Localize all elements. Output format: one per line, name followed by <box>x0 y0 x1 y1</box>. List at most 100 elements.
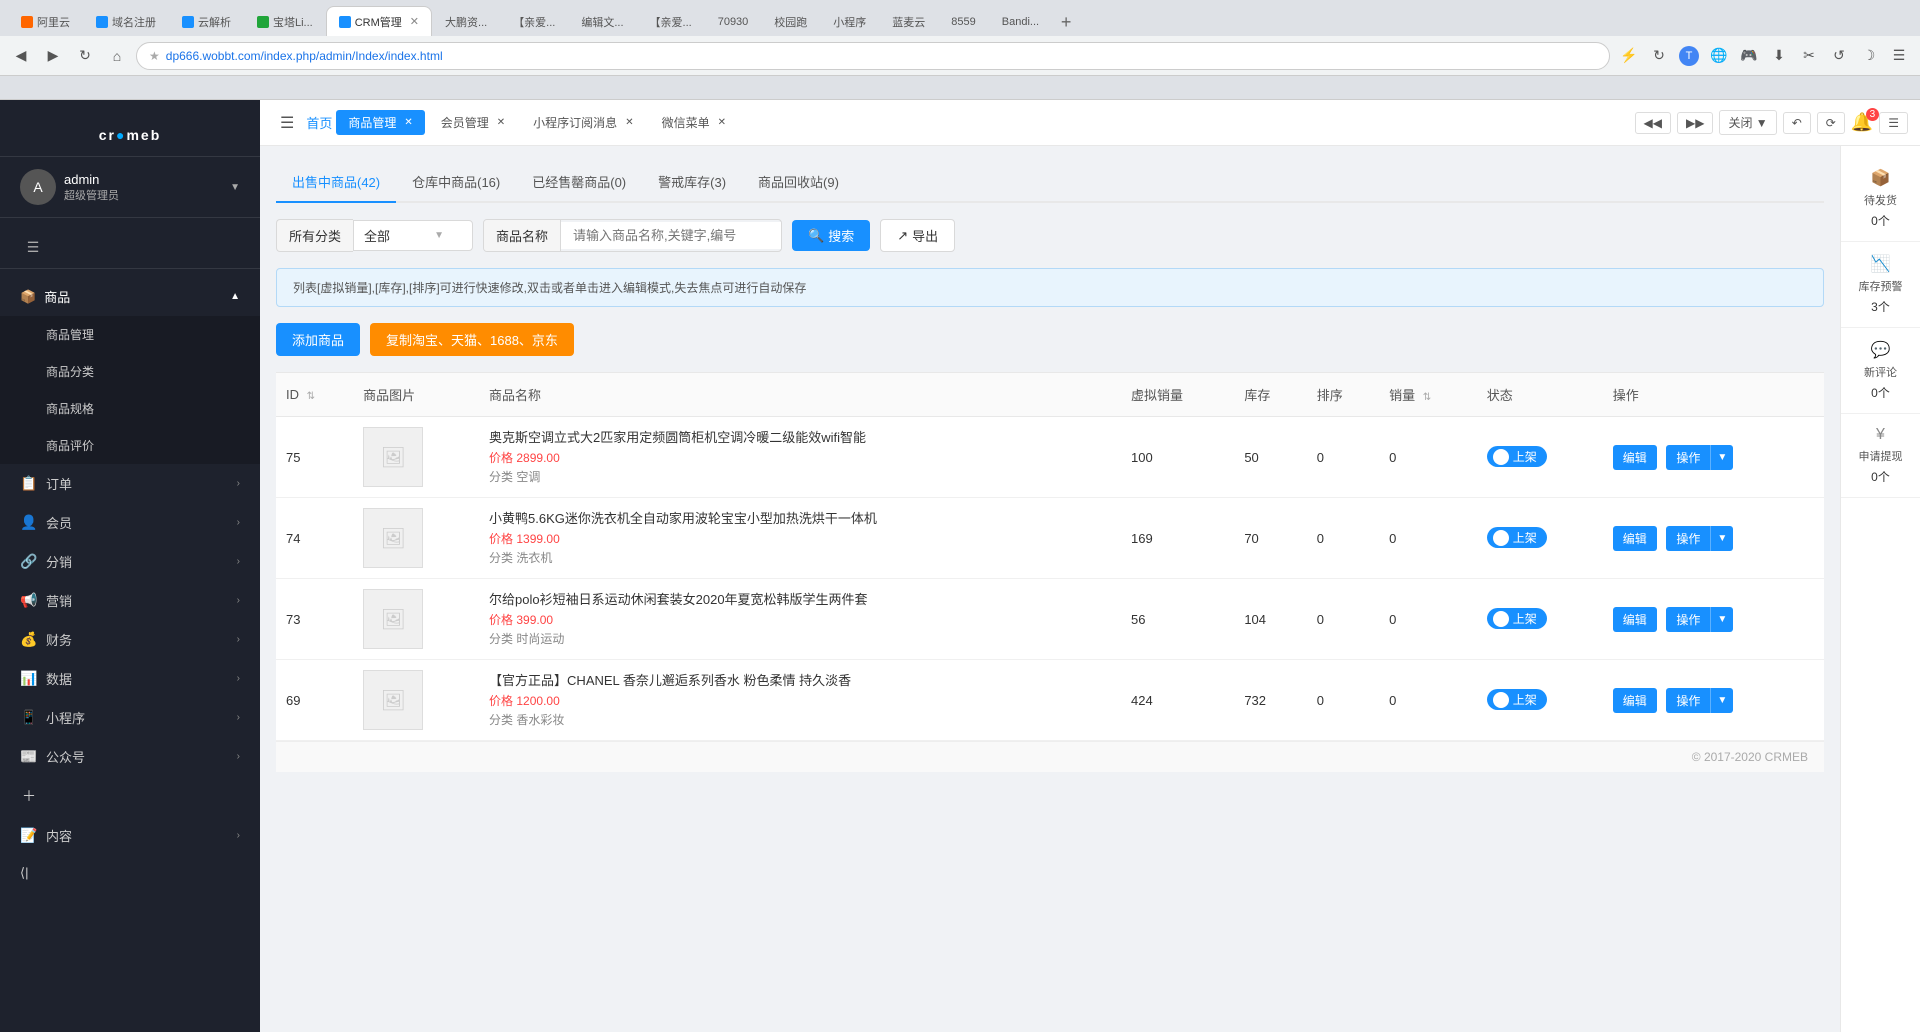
ops-dropdown-btn-1[interactable]: ▼ <box>1710 445 1733 470</box>
sidebar-item-finance[interactable]: 💰 财务 › <box>0 620 260 659</box>
cell-sort[interactable]: 0 <box>1307 579 1379 660</box>
ops-dropdown-btn-4[interactable]: ▼ <box>1710 688 1733 713</box>
edit-button-4[interactable]: 编辑 <box>1613 688 1657 713</box>
ops-dropdown-btn-2[interactable]: ▼ <box>1710 526 1733 551</box>
browser-tab-lanmai[interactable]: 蓝麦云 <box>879 6 938 36</box>
cell-stock[interactable]: 104 <box>1234 579 1306 660</box>
sidebar-item-distribution[interactable]: 🔗 分销 › <box>0 542 260 581</box>
moon-icon[interactable]: ☽ <box>1856 43 1882 69</box>
browser-tab-70930[interactable]: 70930 <box>705 6 762 36</box>
product-name-input[interactable] <box>561 222 781 249</box>
edit-button-1[interactable]: 编辑 <box>1613 445 1657 470</box>
translate-icon[interactable]: 🌐 <box>1706 43 1732 69</box>
search-button[interactable]: 🔍 搜索 <box>792 220 870 251</box>
user-dropdown-icon[interactable]: ▼ <box>230 182 240 193</box>
status-toggle-4[interactable]: 上架 <box>1487 689 1547 710</box>
status-toggle-1[interactable]: 上架 <box>1487 446 1547 467</box>
cell-stock[interactable]: 50 <box>1234 417 1306 498</box>
ops-button-4[interactable]: 操作 <box>1666 688 1710 713</box>
tab-close-icon3[interactable]: ✕ <box>625 117 633 128</box>
cell-virtual-sales[interactable]: 169 <box>1121 498 1234 579</box>
reload2-icon[interactable]: ↻ <box>1646 43 1672 69</box>
edit-button-3[interactable]: 编辑 <box>1613 607 1657 632</box>
menu-icon[interactable]: ☰ <box>1886 43 1912 69</box>
sidebar-item-product-review[interactable]: 商品评价 <box>0 427 260 464</box>
download-icon[interactable]: ⬇ <box>1766 43 1792 69</box>
sidebar-item-miniapp[interactable]: 📱 小程序 › <box>0 698 260 737</box>
sidebar-item-content[interactable]: 📝 内容 › <box>0 816 260 855</box>
game-icon[interactable]: 🎮 <box>1736 43 1762 69</box>
home-link[interactable]: 首页 <box>306 113 332 132</box>
cell-virtual-sales[interactable]: 100 <box>1121 417 1234 498</box>
scissors-icon[interactable]: ✂ <box>1796 43 1822 69</box>
tab-member-manage[interactable]: 会员管理 ✕ <box>429 110 517 135</box>
cell-sort[interactable]: 0 <box>1307 660 1379 741</box>
reload-button[interactable]: ↻ <box>72 43 98 69</box>
panel-stock-warning[interactable]: 📉 库存预警 3个 <box>1841 242 1920 328</box>
cell-sort[interactable]: 0 <box>1307 498 1379 579</box>
sidebar-item-orders[interactable]: 📋 订单 › <box>0 464 260 503</box>
undo-icon[interactable]: ↺ <box>1826 43 1852 69</box>
ops-button-1[interactable]: 操作 <box>1666 445 1710 470</box>
sidebar-item-product-spec[interactable]: 商品规格 <box>0 390 260 427</box>
id-sort-icon[interactable]: ⇅ <box>307 391 315 402</box>
back-button[interactable]: ◀ <box>8 43 34 69</box>
tab-close-icon4[interactable]: ✕ <box>718 117 726 128</box>
browser-tab-8559[interactable]: 8559 <box>938 6 988 36</box>
cell-virtual-sales[interactable]: 56 <box>1121 579 1234 660</box>
tab-warehouse[interactable]: 仓库中商品(16) <box>396 162 516 203</box>
browser-tab-qin1[interactable]: 【亲爱... <box>500 6 568 36</box>
browser-tab-qin2[interactable]: 【亲爱... <box>637 6 705 36</box>
sidebar-item-members[interactable]: 👤 会员 › <box>0 503 260 542</box>
browser-tab-domain[interactable]: 域名注册 <box>83 6 169 36</box>
tab-miniapp-subscribe[interactable]: 小程序订阅消息 ✕ <box>521 110 645 135</box>
nav-last-btn[interactable]: ▶▶ <box>1677 112 1713 134</box>
tab-product-manage[interactable]: 商品管理 ✕ <box>336 110 424 135</box>
browser-tab-dapeng[interactable]: 大鹏资... <box>432 6 500 36</box>
cell-stock[interactable]: 732 <box>1234 660 1306 741</box>
profile-icon[interactable]: T <box>1676 43 1702 69</box>
nav-refresh-btn[interactable]: ⟳ <box>1817 112 1845 134</box>
sidebar-toggle-btn[interactable]: ☰ <box>272 109 302 137</box>
copy-product-button[interactable]: 复制淘宝、天猫、1688、京东 <box>370 323 574 356</box>
browser-tab-campus[interactable]: 校园跑 <box>761 6 820 36</box>
cell-virtual-sales[interactable]: 424 <box>1121 660 1234 741</box>
sidebar-collapse-btn[interactable]: ⟨| <box>0 855 260 891</box>
sales-sort-icon[interactable]: ⇅ <box>1423 392 1431 403</box>
status-toggle-2[interactable]: 上架 <box>1487 527 1547 548</box>
nav-close-btn[interactable]: 关闭 ▼ <box>1719 110 1776 135</box>
panel-new-reviews[interactable]: 💬 新评论 0个 <box>1841 328 1920 414</box>
sidebar-item-product-manage[interactable]: 商品管理 <box>0 316 260 353</box>
browser-tab-aliyun[interactable]: 阿里云 <box>8 6 83 36</box>
tab-recycle[interactable]: 商品回收站(9) <box>742 162 855 203</box>
status-toggle-3[interactable]: 上架 <box>1487 608 1547 629</box>
nav-first-btn[interactable]: ◀◀ <box>1635 112 1671 134</box>
sidebar-item-product-category[interactable]: 商品分类 <box>0 353 260 390</box>
sidebar-item-official[interactable]: 📰 公众号 › <box>0 737 260 776</box>
browser-tab-bandi[interactable]: Bandi... <box>989 6 1052 36</box>
browser-tab-miniapp[interactable]: 小程序 <box>820 6 879 36</box>
tab-close-icon[interactable]: ✕ <box>410 15 419 28</box>
hamburger-icon[interactable]: ☰ <box>20 234 46 260</box>
panel-pending-delivery[interactable]: 📦 待发货 0个 <box>1841 156 1920 242</box>
tab-close-icon[interactable]: ✕ <box>404 117 412 128</box>
browser-tab-baota[interactable]: 宝塔Li... <box>244 6 326 36</box>
tab-on-sale[interactable]: 出售中商品(42) <box>276 162 396 203</box>
tab-wechat-menu[interactable]: 微信菜单 ✕ <box>650 110 738 135</box>
ops-button-3[interactable]: 操作 <box>1666 607 1710 632</box>
extensions-icon[interactable]: ⚡ <box>1616 43 1642 69</box>
panel-withdraw[interactable]: ¥ 申请提现 0个 <box>1841 414 1920 498</box>
sidebar-item-marketing[interactable]: 📢 营销 › <box>0 581 260 620</box>
edit-button-2[interactable]: 编辑 <box>1613 526 1657 551</box>
sidebar-item-data[interactable]: 📊 数据 › <box>0 659 260 698</box>
add-product-button[interactable]: 添加商品 <box>276 323 360 356</box>
home-button[interactable]: ⌂ <box>104 43 130 69</box>
nav-more-btn[interactable]: ☰ <box>1879 112 1908 134</box>
url-bar[interactable]: ★ dp666.wobbt.com/index.php/admin/Index/… <box>136 42 1610 70</box>
browser-tab-dns[interactable]: 云解析 <box>169 6 244 36</box>
new-tab-button[interactable]: + <box>1052 8 1080 36</box>
browser-tab-edit[interactable]: 编辑文... <box>568 6 636 36</box>
ops-button-2[interactable]: 操作 <box>1666 526 1710 551</box>
cell-sort[interactable]: 0 <box>1307 417 1379 498</box>
nav-products-toggle[interactable]: 📦 商品 ▲ <box>0 277 260 316</box>
